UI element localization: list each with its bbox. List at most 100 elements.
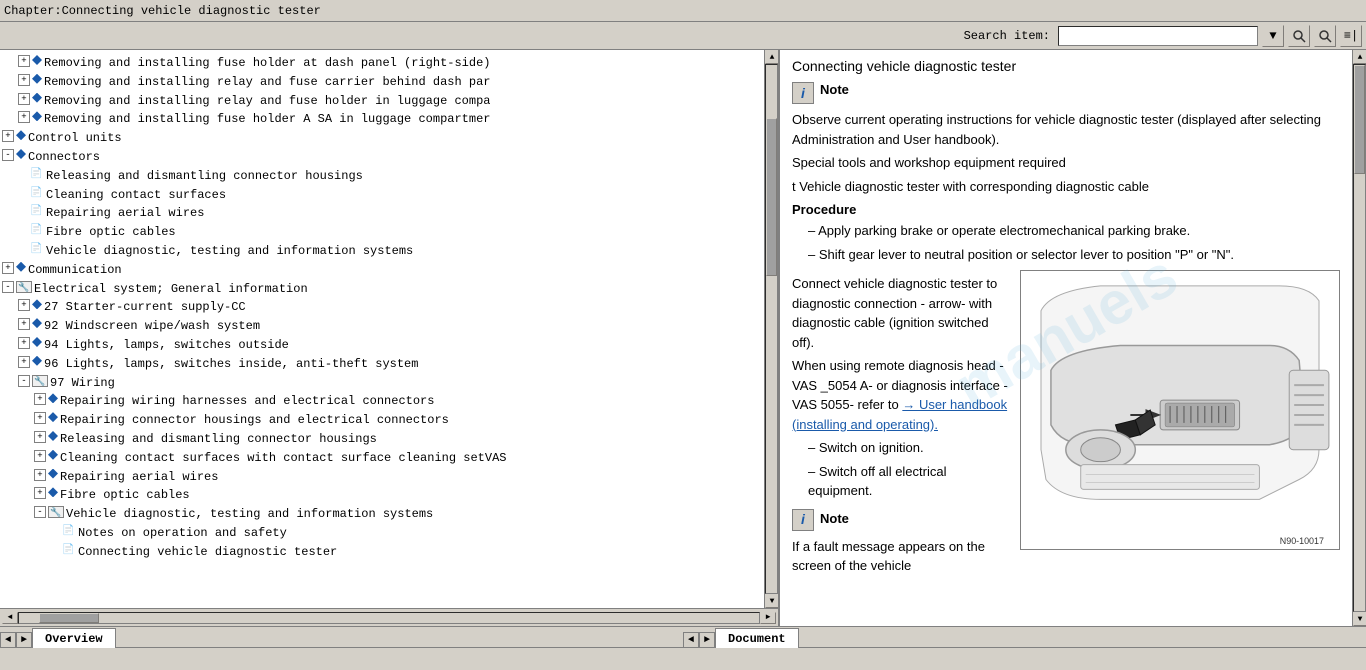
expand-icon[interactable]: + xyxy=(18,111,30,123)
diamond-icon xyxy=(32,74,42,84)
tree-item[interactable]: + Repairing aerial wires xyxy=(2,468,762,487)
tree-item[interactable]: + Removing and installing fuse holder at… xyxy=(2,54,762,73)
expand-icon[interactable]: + xyxy=(34,431,46,443)
overview-tab[interactable]: Overview xyxy=(32,628,116,648)
doc-icon: 📄 xyxy=(62,544,76,558)
tree-item[interactable]: + Removing and installing relay and fuse… xyxy=(2,73,762,92)
expand-icon[interactable]: + xyxy=(18,337,30,349)
right-scrollbar[interactable]: ▲ ▼ xyxy=(1352,50,1366,626)
switch-off: Switch off all electrical equipment. xyxy=(792,462,1010,501)
expand-icon[interactable]: - xyxy=(2,281,14,293)
tree-item[interactable]: 📄 Fibre optic cables xyxy=(2,223,762,242)
tree-item[interactable]: + Removing and installing relay and fuse… xyxy=(2,92,762,111)
document-tab[interactable]: Document xyxy=(715,628,799,648)
expand-icon[interactable]: + xyxy=(34,393,46,405)
scroll-down-btn[interactable]: ▼ xyxy=(765,594,778,608)
tree-item[interactable]: - Connectors xyxy=(2,148,762,167)
left-tab-nav-next[interactable]: ► xyxy=(16,632,32,648)
search-input[interactable] xyxy=(1058,26,1258,46)
tree-item-connecting[interactable]: 📄 Connecting vehicle diagnostic tester xyxy=(2,543,762,562)
tree-item[interactable]: + Removing and installing fuse holder A … xyxy=(2,110,762,129)
expand-icon[interactable]: + xyxy=(34,469,46,481)
expand-icon[interactable]: + xyxy=(2,262,14,274)
procedure-header: Procedure xyxy=(792,202,1340,217)
expand-icon[interactable]: + xyxy=(18,74,30,86)
expand-icon[interactable]: - xyxy=(2,149,14,161)
connect-text: Connect vehicle diagnostic tester to dia… xyxy=(792,274,1010,352)
search-dropdown-btn[interactable]: ▼ xyxy=(1262,25,1284,47)
expand-icon[interactable]: + xyxy=(18,93,30,105)
left-tab-nav-prev[interactable]: ◄ xyxy=(0,632,16,648)
diamond-icon xyxy=(32,55,42,65)
diamond-icon xyxy=(48,469,58,479)
scroll-up-btn[interactable]: ▲ xyxy=(765,50,778,64)
doc-icon: 📄 xyxy=(62,525,76,539)
expand-icon[interactable]: + xyxy=(18,299,30,311)
expand-icon[interactable]: + xyxy=(18,55,30,67)
tree-item[interactable]: + Repairing connector housings and elect… xyxy=(2,411,762,430)
hscroll-track[interactable] xyxy=(18,612,760,624)
expand-icon[interactable]: + xyxy=(18,356,30,368)
right-tab-nav-next[interactable]: ► xyxy=(699,632,715,648)
expand-icon[interactable]: + xyxy=(18,318,30,330)
right-scroll-up-btn[interactable]: ▲ xyxy=(1353,50,1366,64)
note-box-2: i Note xyxy=(792,509,1010,531)
menu-btn[interactable]: ≡| xyxy=(1340,25,1362,47)
diamond-icon xyxy=(48,431,58,441)
diamond-icon xyxy=(16,130,26,140)
tab-spacer-right xyxy=(799,647,1366,648)
diamond-icon xyxy=(16,262,26,272)
diamond-icon xyxy=(32,318,42,328)
tree-item[interactable]: + Communication xyxy=(2,261,762,280)
search-btn-2[interactable] xyxy=(1314,25,1336,47)
scroll-thumb[interactable] xyxy=(766,118,777,276)
diamond-icon xyxy=(32,337,42,347)
tree-item[interactable]: 📄 Releasing and dismantling connector ho… xyxy=(2,167,762,186)
expand-icon[interactable]: + xyxy=(34,412,46,424)
tree-item[interactable]: + 94 Lights, lamps, switches outside xyxy=(2,336,762,355)
expand-icon[interactable]: - xyxy=(18,375,30,387)
main-content: + Removing and installing fuse holder at… xyxy=(0,50,1366,626)
left-scrollbar[interactable]: ▲ ▼ xyxy=(764,50,778,608)
expand-icon[interactable]: + xyxy=(2,130,14,142)
expand-icon[interactable]: + xyxy=(34,487,46,499)
hscroll-thumb[interactable] xyxy=(39,613,99,623)
tree-item[interactable]: - 🔧 97 Wiring xyxy=(2,374,762,393)
tree-item[interactable]: - 🔧 Electrical system; General informati… xyxy=(2,280,762,299)
tree-item[interactable]: + 96 Lights, lamps, switches inside, ant… xyxy=(2,355,762,374)
tree-item[interactable]: + Releasing and dismantling connector ho… xyxy=(2,430,762,449)
right-tab-nav-prev[interactable]: ◄ xyxy=(683,632,699,648)
expand-icon[interactable]: - xyxy=(34,506,46,518)
expand-icon[interactable]: + xyxy=(34,450,46,462)
right-scroll-thumb[interactable] xyxy=(1354,65,1365,174)
search-btn-1[interactable] xyxy=(1288,25,1310,47)
title-text: Chapter:Connecting vehicle diagnostic te… xyxy=(4,4,321,18)
tree-item[interactable]: 📄 Repairing aerial wires xyxy=(2,204,762,223)
left-hscrollbar[interactable]: ◄ ► xyxy=(0,608,778,626)
tree-item[interactable]: + 27 Starter-current supply-CC xyxy=(2,298,762,317)
switch-on: Switch on ignition. xyxy=(792,438,1010,458)
tree-item[interactable]: + 92 Windscreen wipe/wash system xyxy=(2,317,762,336)
tree-item[interactable]: 📄 Vehicle diagnostic, testing and inform… xyxy=(2,242,762,261)
tree-item[interactable]: + Control units xyxy=(2,129,762,148)
tree-item[interactable]: + Fibre optic cables xyxy=(2,486,762,505)
right-scroll-down-btn[interactable]: ▼ xyxy=(1353,612,1366,626)
diamond-icon xyxy=(32,111,42,121)
tree-item[interactable]: - 🔧 Vehicle diagnostic, testing and info… xyxy=(2,505,762,524)
scroll-right-btn[interactable]: ► xyxy=(760,612,776,624)
diagram-box: N90-10017 xyxy=(1020,270,1340,550)
scroll-left-btn[interactable]: ◄ xyxy=(2,612,18,624)
diagram-svg: N90-10017 xyxy=(1021,271,1339,549)
note-label-2: Note xyxy=(820,509,849,529)
text-column: Connect vehicle diagnostic tester to dia… xyxy=(792,270,1010,580)
book-icon: 🔧 xyxy=(32,375,48,387)
tree-item[interactable]: 📄 Notes on operation and safety xyxy=(2,524,762,543)
step-2: Shift gear lever to neutral position or … xyxy=(792,245,1340,265)
content-title: Connecting vehicle diagnostic tester xyxy=(792,58,1340,74)
right-scroll-track[interactable] xyxy=(1353,64,1366,612)
scroll-track[interactable] xyxy=(765,64,778,594)
handbook-link[interactable]: → User handbook (installing and operatin… xyxy=(792,397,1007,432)
tree-item[interactable]: 📄 Cleaning contact surfaces xyxy=(2,186,762,205)
tree-item[interactable]: + Repairing wiring harnesses and electri… xyxy=(2,392,762,411)
tree-item[interactable]: + Cleaning contact surfaces with contact… xyxy=(2,449,762,468)
